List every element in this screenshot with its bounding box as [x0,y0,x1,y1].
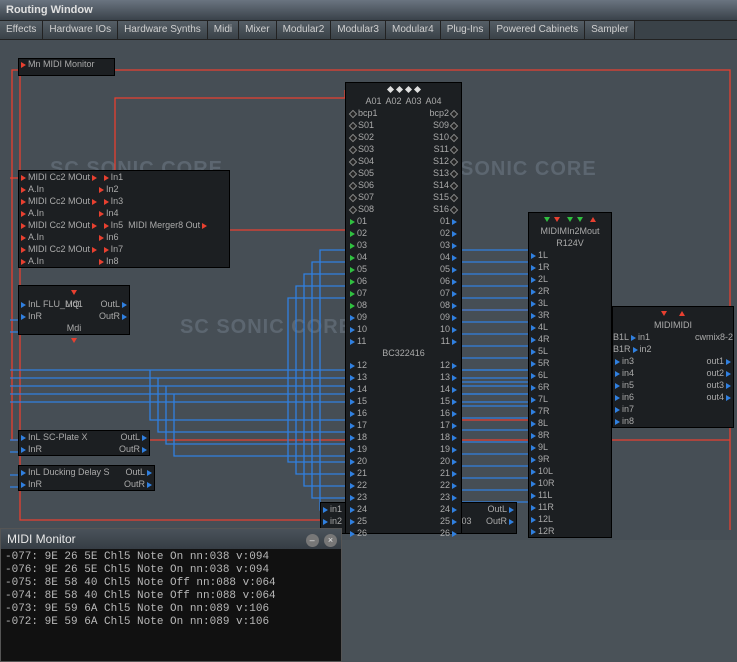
node-mixer[interactable]: A01A02A03A04bcp1bcp2S01S09S02S10S03S11S0… [345,82,462,534]
node-midi-merger[interactable]: MIDI Cc2 MOut In1A.In In2MIDI Cc2 MOut I… [18,170,230,268]
window-titlebar: Routing Window [0,0,737,21]
node-md1[interactable]: Md1InL FLU_LIQOutLInR OutRMdi [18,285,130,335]
tab-midi[interactable]: Midi [208,21,239,39]
tab-hardware-synths[interactable]: Hardware Synths [118,21,208,39]
midi-monitor-title: MIDI Monitor [7,529,76,549]
midi-monitor-titlebar[interactable]: MIDI Monitor – × [1,529,341,549]
midi-monitor-window[interactable]: MIDI Monitor – × -077: 9E 26 5E Chl5 Not… [0,528,342,662]
midi-monitor-tag: Mn [28,59,41,69]
tab-sampler[interactable]: Sampler [585,21,635,39]
tab-modular3[interactable]: Modular3 [331,21,386,39]
tab-mixer[interactable]: Mixer [239,21,276,39]
merger-label: MIDI Merger8 Out [128,219,200,231]
node-cwmix[interactable]: MIDIMIDIB1Lin1cwmix8-2B1Rin2in3out1in4ou… [612,306,734,428]
tab-hardware-ios[interactable]: Hardware IOs [43,21,118,39]
node-sc-plate[interactable]: InL SC-Plate XOutLInR OutR [18,430,150,456]
watermark: SC SONIC CORE [180,316,353,339]
tab-bar: EffectsHardware IOsHardware SynthsMidiMi… [0,21,737,40]
tab-plug-ins[interactable]: Plug-Ins [441,21,491,39]
tab-modular2[interactable]: Modular2 [277,21,332,39]
node-midi-monitor[interactable]: Mn MIDI Monitor [18,58,115,76]
minimize-icon[interactable]: – [306,534,319,547]
tab-effects[interactable]: Effects [0,21,43,39]
node-ducking-delay[interactable]: InL Ducking Delay SOutLInR OutR [18,465,155,491]
tab-modular4[interactable]: Modular4 [386,21,441,39]
midi-monitor-name: MIDI Monitor [43,59,95,69]
close-icon[interactable]: × [324,534,337,547]
routing-canvas[interactable]: SC SONIC CORE SONIC CORE SC SONIC CORE [0,40,737,540]
watermark: SONIC CORE [460,158,597,181]
node-midiin2mout[interactable]: MIDIMIn2MoutR124V1L1R2L2R3L3R4L4R5L5R6L6… [528,212,612,538]
midi-monitor-log: -077: 9E 26 5E Chl5 Note On nn:038 v:094… [1,549,341,631]
tab-powered-cabinets[interactable]: Powered Cabinets [490,21,585,39]
